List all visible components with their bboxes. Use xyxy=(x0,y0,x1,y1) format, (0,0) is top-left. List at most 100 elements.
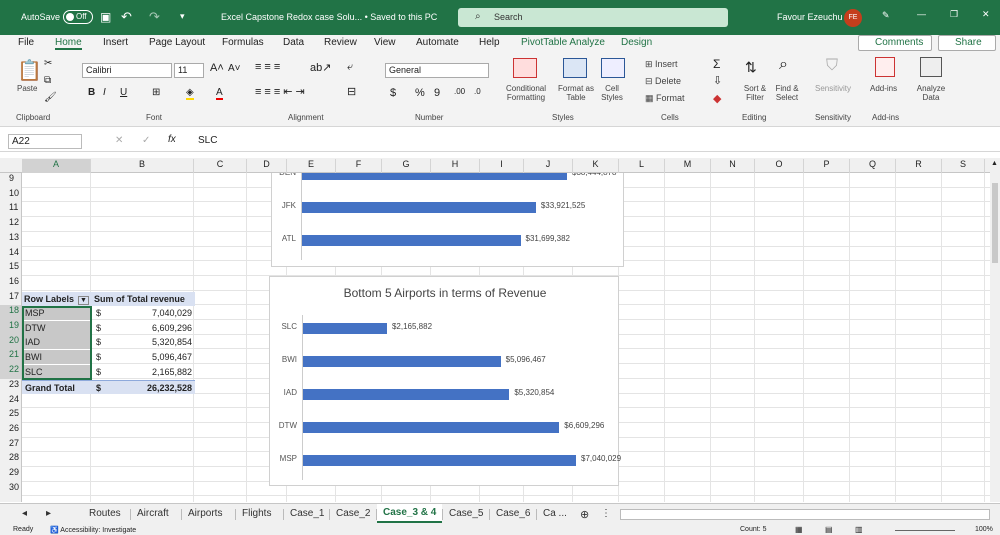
pen-icon[interactable]: ✎ xyxy=(882,10,890,21)
restore-icon[interactable]: ❐ xyxy=(950,9,958,20)
row-header-11[interactable]: 11 xyxy=(0,202,21,217)
column-header-m[interactable]: M xyxy=(665,159,711,173)
row-header-19[interactable]: 19 xyxy=(0,320,21,335)
pivot-row-label[interactable]: BWI xyxy=(22,350,91,365)
minimize-icon[interactable]: — xyxy=(917,9,926,19)
autosum-icon[interactable]: Σ xyxy=(713,57,720,71)
column-header-b[interactable]: B xyxy=(91,159,194,173)
format-cells-button[interactable]: ▦ Format xyxy=(645,93,685,104)
pivot-row[interactable]: BWI $5,096,467 xyxy=(22,350,195,365)
currency-icon[interactable]: $ xyxy=(390,87,396,99)
pivot-row[interactable]: MSP $7,040,029 xyxy=(22,306,195,321)
row-header-18[interactable]: 18 xyxy=(0,305,21,320)
tab-home[interactable]: Home xyxy=(55,37,82,50)
share-button[interactable]: Share xyxy=(938,35,996,51)
chart-bar[interactable] xyxy=(303,323,387,334)
tab-pivottable-analyze[interactable]: PivotTable Analyze xyxy=(521,37,605,48)
tab-scroll-left-icon[interactable]: ◂ xyxy=(22,508,27,519)
addins-icon[interactable] xyxy=(875,57,895,77)
column-header-s[interactable]: S xyxy=(942,159,985,173)
pivot-row[interactable]: IAD $5,320,854 xyxy=(22,335,195,350)
search-box[interactable]: ⌕ Search xyxy=(458,8,728,27)
paste-icon[interactable]: 📋 xyxy=(17,58,42,83)
normal-view-icon[interactable]: ▦ xyxy=(795,525,803,534)
paste-label[interactable]: Paste xyxy=(17,84,37,93)
decrease-decimal-icon[interactable]: .0 xyxy=(474,87,481,96)
column-header-d[interactable]: D xyxy=(247,159,287,173)
underline-icon[interactable]: U xyxy=(120,87,127,98)
decrease-font-icon[interactable]: A˅ xyxy=(228,63,241,74)
column-header-n[interactable]: N xyxy=(711,159,755,173)
font-name-select[interactable]: Calibri xyxy=(82,63,172,78)
increase-decimal-icon[interactable]: .00 xyxy=(454,87,465,96)
sensitivity-button[interactable]: Sensitivity xyxy=(815,84,851,93)
column-header-f[interactable]: F xyxy=(336,159,382,173)
fill-color-icon[interactable]: ◈ xyxy=(186,87,194,100)
column-header-h[interactable]: H xyxy=(431,159,480,173)
horizontal-align-icons[interactable]: ≡≡≡⇤⇥ xyxy=(255,85,308,98)
tab-help[interactable]: Help xyxy=(479,37,500,48)
percent-icon[interactable]: % xyxy=(415,87,425,99)
column-header-k[interactable]: K xyxy=(573,159,619,173)
sort-filter-button[interactable]: Sort & Filter xyxy=(739,84,771,102)
vertical-scrollbar[interactable] xyxy=(990,173,1000,502)
zoom-slider[interactable] xyxy=(895,530,955,531)
row-header-30[interactable]: 30 xyxy=(0,482,21,497)
sort-filter-icon[interactable]: ⇅ xyxy=(745,59,757,76)
worksheet-grid[interactable]: Row Labels ▼ Sum of Total revenue MSP $7,0… xyxy=(22,173,990,502)
row-header-21[interactable]: 21 xyxy=(0,349,21,365)
pivot-row-label[interactable]: SLC xyxy=(22,364,91,379)
sheet-tab[interactable]: Flights xyxy=(242,508,271,519)
close-icon[interactable]: ✕ xyxy=(982,9,990,20)
row-header-12[interactable]: 12 xyxy=(0,217,21,232)
pivot-sum-header[interactable]: Sum of Total revenue xyxy=(92,292,195,306)
format-as-table-icon[interactable] xyxy=(563,58,587,78)
column-header-i[interactable]: I xyxy=(480,159,524,173)
copy-icon[interactable]: ⧉ xyxy=(44,75,51,86)
insert-function-icon[interactable]: fx xyxy=(168,134,176,145)
formula-input[interactable]: SLC xyxy=(198,135,217,146)
row-header-26[interactable]: 26 xyxy=(0,423,21,438)
row-header-13[interactable]: 13 xyxy=(0,232,21,247)
row-header-9[interactable]: 9 xyxy=(0,173,21,188)
sheet-tab[interactable]: Aircraft xyxy=(137,508,169,519)
pivot-row-label[interactable]: MSP xyxy=(22,306,91,320)
cancel-formula-icon[interactable]: ✕ xyxy=(115,135,123,146)
row-header-20[interactable]: 20 xyxy=(0,334,21,350)
increase-font-icon[interactable]: A˄ xyxy=(210,62,224,74)
tab-scroll-right-icon[interactable]: ▸ xyxy=(46,508,51,519)
column-header-l[interactable]: L xyxy=(619,159,665,173)
sheet-tab[interactable]: Case_2 xyxy=(336,508,370,519)
scroll-up-icon[interactable]: ▲ xyxy=(990,158,1000,173)
tab-insert[interactable]: Insert xyxy=(103,37,128,48)
chart-bar[interactable] xyxy=(303,389,510,400)
tab-formulas[interactable]: Formulas xyxy=(222,37,264,48)
row-header-15[interactable]: 15 xyxy=(0,261,21,276)
format-as-table-button[interactable]: Format as Table xyxy=(555,84,597,102)
insert-cells-button[interactable]: ⊞ Insert xyxy=(645,59,678,70)
addins-button[interactable]: Add-ins xyxy=(870,84,897,93)
bold-icon[interactable]: B xyxy=(88,87,95,98)
sheet-tab[interactable]: Case_3 & 4 xyxy=(377,504,443,523)
merge-center-icon[interactable]: ⊟ xyxy=(347,85,356,98)
orientation-icon[interactable]: ab↗ xyxy=(310,61,331,74)
row-header-23[interactable]: 23 xyxy=(0,379,21,394)
page-layout-view-icon[interactable]: ▤ xyxy=(825,525,833,534)
chart-bar[interactable] xyxy=(303,356,501,367)
confirm-formula-icon[interactable]: ✓ xyxy=(142,135,150,146)
zoom-level[interactable]: 100% xyxy=(975,526,993,533)
name-box[interactable]: A22 xyxy=(8,134,82,149)
conditional-formatting-icon[interactable] xyxy=(513,58,537,78)
column-header-a[interactable]: A xyxy=(22,159,91,173)
column-header-p[interactable]: P xyxy=(804,159,850,173)
autosave-toggle[interactable]: Off xyxy=(63,10,93,24)
horizontal-scrollbar[interactable] xyxy=(620,509,990,520)
borders-icon[interactable]: ⊞ xyxy=(152,87,160,98)
sheet-tab[interactable]: Routes xyxy=(89,508,121,519)
pivot-grand-total-row[interactable]: Grand Total $ 26,232,528 xyxy=(22,380,195,394)
conditional-formatting-button[interactable]: Conditional Formatting xyxy=(500,84,552,102)
comma-icon[interactable]: 9 xyxy=(434,87,440,99)
column-header-r[interactable]: R xyxy=(896,159,942,173)
chart-bar[interactable] xyxy=(303,422,560,433)
filter-icon[interactable]: ▼ xyxy=(78,296,89,305)
